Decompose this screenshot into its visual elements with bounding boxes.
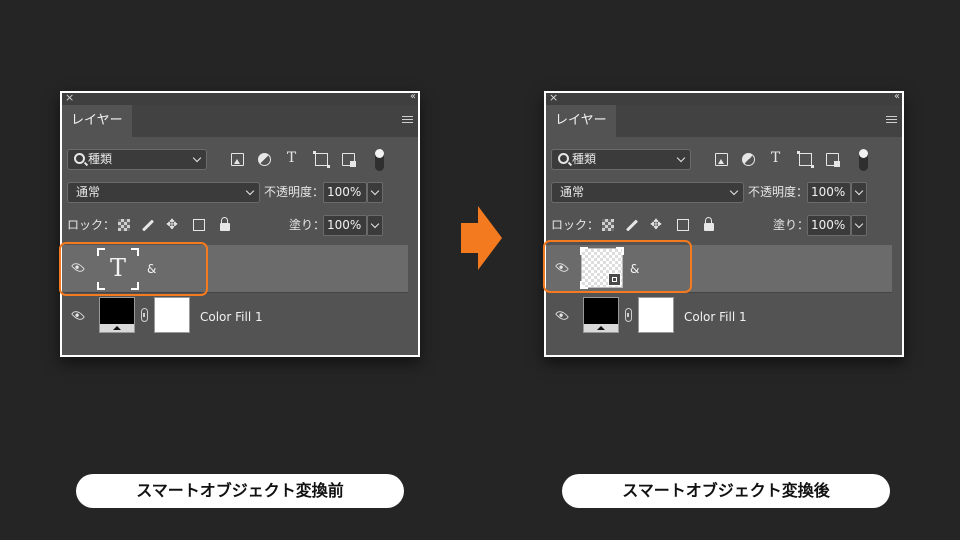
layer-name[interactable]: Color Fill 1 <box>684 293 747 341</box>
chevron-down-icon <box>729 186 739 196</box>
layers-panel-after: × ‹‹ レイヤー 種類 T 通常 不透明度： 100% ロック： ✥ 塗り： … <box>544 91 904 357</box>
highlight-outline-before <box>59 242 208 296</box>
type-layer-filter-icon[interactable]: T <box>769 151 782 165</box>
kind-filter-select[interactable]: 種類 <box>67 149 207 170</box>
fill-dropdown-button[interactable] <box>851 215 867 236</box>
shape-layer-filter-icon[interactable] <box>313 151 330 168</box>
filter-toggle[interactable] <box>859 149 868 171</box>
search-icon <box>558 153 569 164</box>
chevron-down-icon <box>676 153 686 163</box>
panel-menu-icon[interactable] <box>886 116 897 125</box>
opacity-input[interactable]: 100% <box>807 182 851 203</box>
search-icon <box>74 153 85 164</box>
panel-menu-icon[interactable] <box>402 116 413 125</box>
blend-row: 通常 不透明度： 100% <box>62 182 418 206</box>
eye-icon[interactable] <box>71 308 85 323</box>
caption-before: スマートオブジェクト変換前 <box>76 474 404 508</box>
fill-label: 塗り： <box>289 218 326 232</box>
kind-filter-label: 種類 <box>88 152 113 166</box>
kind-filter-label: 種類 <box>572 152 597 166</box>
layer-mask-thumbnail[interactable] <box>154 297 190 333</box>
layer-name[interactable]: Color Fill 1 <box>200 293 263 341</box>
arrow-right-icon <box>461 206 502 270</box>
lock-position-icon[interactable]: ✥ <box>166 218 178 232</box>
tab-bar: レイヤー <box>62 105 418 138</box>
pixel-layer-filter-icon[interactable] <box>715 153 728 166</box>
lock-all-icon[interactable] <box>220 217 230 231</box>
opacity-label: 不透明度： <box>264 185 325 199</box>
lock-image-pixels-icon[interactable] <box>141 219 155 232</box>
blend-row: 通常 不透明度： 100% <box>546 182 902 206</box>
tab-layers[interactable]: レイヤー <box>546 105 616 138</box>
opacity-dropdown-button[interactable] <box>367 182 383 203</box>
lock-image-pixels-icon[interactable] <box>625 219 639 232</box>
lock-artboard-icon[interactable] <box>193 219 205 231</box>
layers-panel-before: × ‹‹ レイヤー 種類 T 通常 不透明度： 100% ロック： ✥ 塗り： … <box>60 91 420 357</box>
lock-label: ロック： <box>551 218 600 232</box>
lock-transparent-pixels-icon[interactable] <box>602 219 614 231</box>
opacity-input[interactable]: 100% <box>323 182 367 203</box>
lock-label: ロック： <box>67 218 116 232</box>
fill-dropdown-button[interactable] <box>367 215 383 236</box>
chevron-down-icon <box>245 186 255 196</box>
close-icon[interactable]: × <box>549 91 558 105</box>
blend-mode-select[interactable]: 通常 <box>551 182 744 203</box>
lock-artboard-icon[interactable] <box>677 219 689 231</box>
fill-label: 塗り： <box>773 218 810 232</box>
blend-mode-label: 通常 <box>560 185 585 199</box>
tab-bar: レイヤー <box>546 105 902 138</box>
lock-all-icon[interactable] <box>704 217 714 231</box>
close-icon[interactable]: × <box>65 91 74 105</box>
fill-layer-thumbnail <box>99 297 135 333</box>
eye-icon[interactable] <box>555 308 569 323</box>
caption-after: スマートオブジェクト変換後 <box>562 474 890 508</box>
panel-titlebar: × ‹‹ <box>546 90 902 105</box>
filter-row: 種類 T <box>62 149 418 173</box>
layer-mask-thumbnail[interactable] <box>638 297 674 333</box>
link-icon[interactable] <box>141 308 148 322</box>
link-icon[interactable] <box>625 308 632 322</box>
panel-titlebar: × ‹‹ <box>62 90 418 105</box>
chevron-down-icon <box>370 219 380 229</box>
highlight-outline-after <box>543 240 692 293</box>
lock-row: ロック： ✥ 塗り： 100% <box>546 215 902 239</box>
layer-row-color-fill[interactable]: Color Fill 1 <box>62 293 408 341</box>
smart-object-filter-icon[interactable] <box>342 153 356 167</box>
fill-input[interactable]: 100% <box>323 215 367 236</box>
blend-mode-label: 通常 <box>76 185 101 199</box>
collapse-icon[interactable]: ‹‹ <box>410 90 416 104</box>
type-layer-filter-icon[interactable]: T <box>285 151 298 165</box>
chevron-down-icon <box>854 219 864 229</box>
layer-row-color-fill[interactable]: Color Fill 1 <box>546 293 892 341</box>
chevron-down-icon <box>192 153 202 163</box>
filter-row: 種類 T <box>546 149 902 173</box>
tab-layers[interactable]: レイヤー <box>62 105 132 138</box>
lock-transparent-pixels-icon[interactable] <box>118 219 130 231</box>
adjustment-layer-filter-icon[interactable] <box>258 153 271 166</box>
shape-layer-filter-icon[interactable] <box>797 151 814 168</box>
lock-row: ロック： ✥ 塗り： 100% <box>62 215 418 239</box>
lock-position-icon[interactable]: ✥ <box>650 218 662 232</box>
collapse-icon[interactable]: ‹‹ <box>894 90 900 104</box>
kind-filter-select[interactable]: 種類 <box>551 149 691 170</box>
chevron-down-icon <box>854 186 864 196</box>
opacity-dropdown-button[interactable] <box>851 182 867 203</box>
fill-layer-thumbnail <box>583 297 619 333</box>
pixel-layer-filter-icon[interactable] <box>231 153 244 166</box>
smart-object-filter-icon[interactable] <box>826 153 840 167</box>
adjustment-layer-filter-icon[interactable] <box>742 153 755 166</box>
fill-input[interactable]: 100% <box>807 215 851 236</box>
chevron-down-icon <box>370 186 380 196</box>
filter-toggle[interactable] <box>375 149 384 171</box>
opacity-label: 不透明度： <box>748 185 809 199</box>
blend-mode-select[interactable]: 通常 <box>67 182 260 203</box>
